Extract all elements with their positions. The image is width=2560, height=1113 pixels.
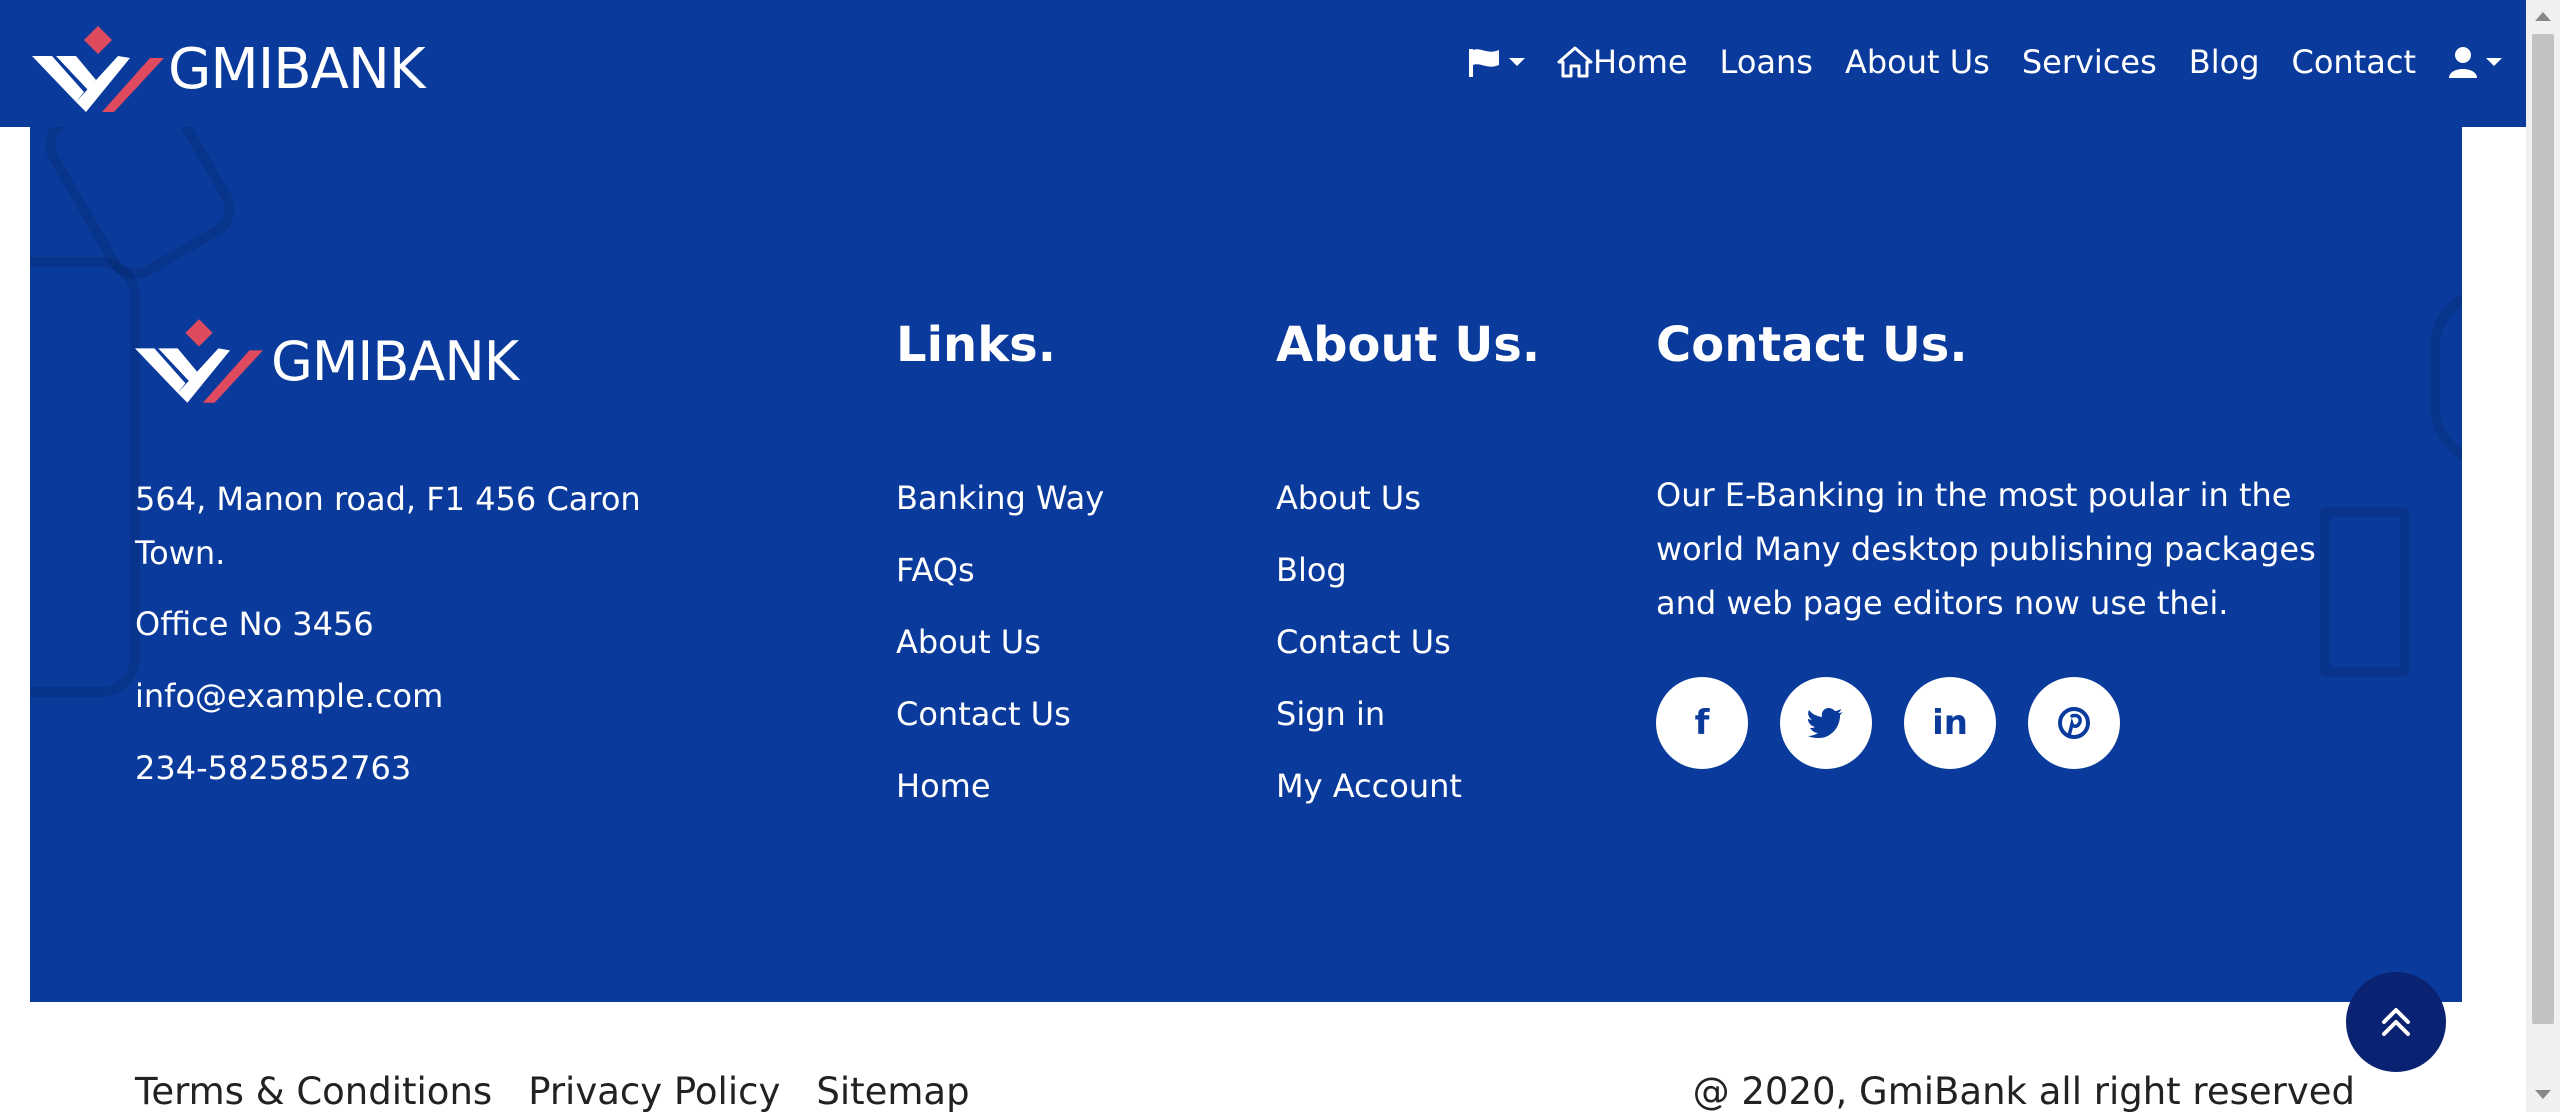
pinterest-button[interactable] xyxy=(2028,677,2120,769)
nav-contact[interactable]: Contact xyxy=(2276,43,2433,81)
user-icon xyxy=(2449,47,2477,78)
terms-link[interactable]: Terms & Conditions xyxy=(135,1070,492,1113)
legal-links: Terms & Conditions Privacy Policy Sitema… xyxy=(135,1070,970,1113)
home-icon xyxy=(1557,46,1593,78)
link-home[interactable]: Home xyxy=(896,750,1104,822)
main-nav: Home Loans About Us Services Blog Contac… xyxy=(1451,22,2518,102)
logo-text: GMIBANK xyxy=(271,329,519,393)
link-about-us[interactable]: About Us xyxy=(896,606,1104,678)
links-list: Banking Way FAQs About Us Contact Us Hom… xyxy=(896,462,1104,822)
decorative-shape xyxy=(30,257,140,697)
twitter-button[interactable] xyxy=(1780,677,1872,769)
link-contact-us[interactable]: Contact Us xyxy=(896,678,1104,750)
copyright-text: @ 2020, GmiBank all right reserved xyxy=(1692,1070,2355,1113)
chevron-down-icon xyxy=(1509,58,1526,66)
footer-logo[interactable]: GMIBANK xyxy=(135,319,519,403)
linkedin-button[interactable]: in xyxy=(1904,677,1996,769)
about-link-contact-us[interactable]: Contact Us xyxy=(1276,606,1462,678)
social-links: f in xyxy=(1656,677,2120,769)
nav-blog[interactable]: Blog xyxy=(2173,43,2276,81)
nav-home[interactable]: Home xyxy=(1541,43,1704,81)
language-dropdown[interactable] xyxy=(1451,47,1541,77)
chevron-down-icon xyxy=(2486,58,2502,66)
about-link-blog[interactable]: Blog xyxy=(1276,534,1462,606)
flag-icon xyxy=(1469,49,1500,77)
privacy-link[interactable]: Privacy Policy xyxy=(528,1070,780,1113)
footer-email[interactable]: info@example.com xyxy=(135,669,443,723)
footer: GMIBANK 564, Manon road, F1 456 Caron To… xyxy=(30,127,2462,1002)
about-list: About Us Blog Contact Us Sign in My Acco… xyxy=(1276,462,1462,822)
nav-services[interactable]: Services xyxy=(2006,43,2173,81)
footer-phone[interactable]: 234-5825852763 xyxy=(135,741,411,795)
decorative-shape xyxy=(2430,287,2462,467)
sitemap-link[interactable]: Sitemap xyxy=(816,1070,969,1113)
nav-home-label: Home xyxy=(1593,43,1688,81)
link-banking-way[interactable]: Banking Way xyxy=(896,462,1104,534)
linkedin-icon: in xyxy=(1932,703,1968,743)
about-link-sign-in[interactable]: Sign in xyxy=(1276,678,1462,750)
logo-mark-icon xyxy=(135,319,263,403)
bottom-bar: Terms & Conditions Privacy Policy Sitema… xyxy=(0,1010,2560,1113)
footer-office: Office No 3456 xyxy=(135,605,374,643)
facebook-button[interactable]: f xyxy=(1656,677,1748,769)
account-dropdown[interactable] xyxy=(2432,46,2518,78)
nav-loans[interactable]: Loans xyxy=(1704,43,1829,81)
double-chevron-up-icon xyxy=(2382,1008,2410,1036)
scroll-up-arrow[interactable] xyxy=(2535,12,2551,21)
about-link-about-us[interactable]: About Us xyxy=(1276,462,1462,534)
logo-mark-icon xyxy=(32,26,164,112)
about-link-my-account[interactable]: My Account xyxy=(1276,750,1462,822)
scroll-down-arrow[interactable] xyxy=(2535,1090,2551,1099)
about-title: About Us. xyxy=(1276,317,1541,373)
facebook-icon: f xyxy=(1694,703,1710,743)
footer-address: 564, Manon road, F1 456 Caron Town. xyxy=(135,480,641,572)
top-navbar: GMIBANK Home Loans About Us Services Blo… xyxy=(0,0,2560,127)
nav-about-us[interactable]: About Us xyxy=(1829,43,2006,81)
logo-text: GMIBANK xyxy=(168,36,426,102)
twitter-icon xyxy=(1808,708,1843,738)
contact-title: Contact Us. xyxy=(1656,317,1968,373)
back-to-top-button[interactable] xyxy=(2346,972,2446,1072)
header-logo[interactable]: GMIBANK xyxy=(32,26,426,112)
page-scrollbar[interactable] xyxy=(2526,0,2560,1112)
link-faqs[interactable]: FAQs xyxy=(896,534,1104,606)
links-title: Links. xyxy=(896,317,1056,373)
contact-text: Our E-Banking in the most poular in the … xyxy=(1656,476,2316,622)
pinterest-icon xyxy=(2058,707,2090,739)
scrollbar-thumb[interactable] xyxy=(2532,34,2554,1024)
